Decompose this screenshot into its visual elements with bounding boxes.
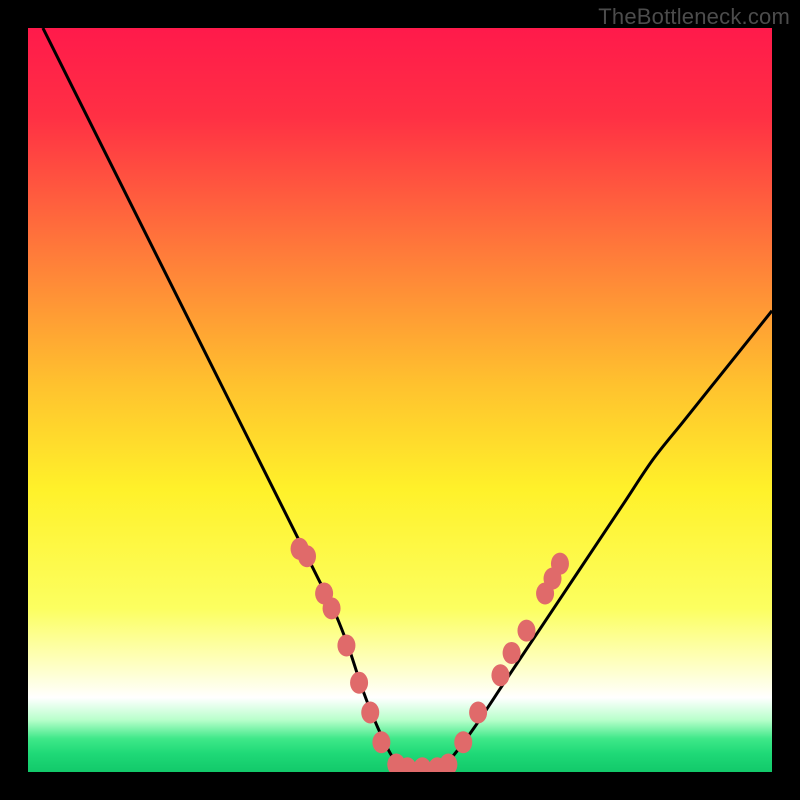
data-marker — [503, 642, 521, 664]
bottleneck-chart — [28, 28, 772, 772]
data-marker — [517, 620, 535, 642]
data-marker — [337, 635, 355, 657]
data-marker — [323, 597, 341, 619]
data-marker — [491, 664, 509, 686]
plot-area — [28, 28, 772, 772]
data-marker — [350, 672, 368, 694]
gradient-background — [28, 28, 772, 772]
data-marker — [469, 701, 487, 723]
data-marker — [361, 701, 379, 723]
data-marker — [372, 731, 390, 753]
data-marker — [454, 731, 472, 753]
data-marker — [551, 553, 569, 575]
data-marker — [298, 545, 316, 567]
chart-frame: TheBottleneck.com — [0, 0, 800, 800]
watermark-text: TheBottleneck.com — [598, 4, 790, 30]
